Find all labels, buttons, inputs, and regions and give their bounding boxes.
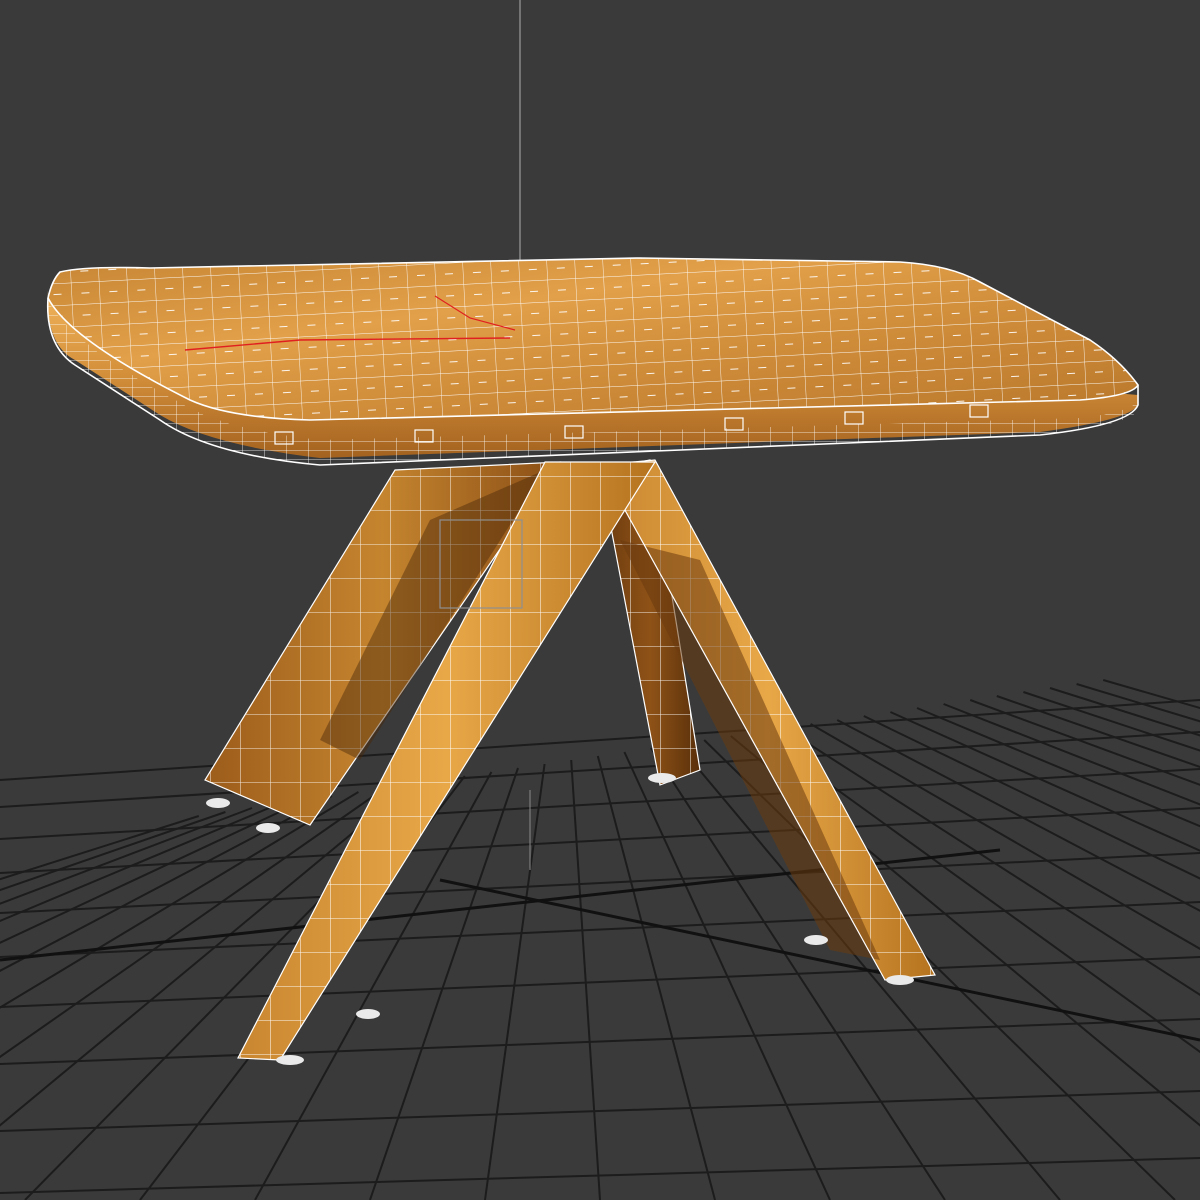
- grid-line: [1049, 687, 1200, 737]
- grid-line: [0, 901, 1200, 958]
- grid-line: [0, 815, 200, 881]
- grid-line: [0, 1090, 1200, 1132]
- grid-line: [0, 807, 1200, 874]
- grid-line: [810, 723, 1200, 950]
- grid-line: [570, 759, 601, 1200]
- grid-line: [1023, 691, 1200, 752]
- 3d-viewport[interactable]: [0, 0, 1200, 1200]
- grid-line: [484, 763, 546, 1200]
- ground-grid: [0, 679, 1200, 1200]
- grid-line: [943, 703, 1200, 806]
- viewport-canvas[interactable]: [0, 0, 1200, 1200]
- grid-line: [783, 727, 1200, 996]
- grid-line: [0, 768, 1200, 840]
- grid-line: [0, 956, 1200, 1008]
- tabletop[interactable]: [46, 257, 1139, 466]
- grid-line: [0, 852, 1200, 914]
- grid-line: [916, 707, 1200, 828]
